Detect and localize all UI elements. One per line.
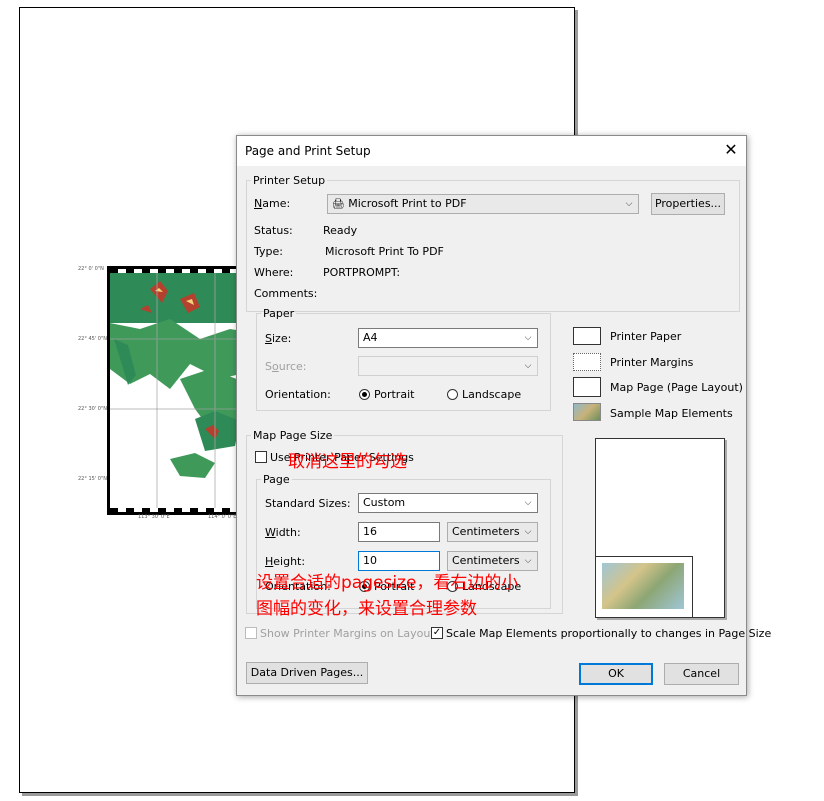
sample-elements-label: Sample Map Elements [610,407,733,420]
height-unit-value: Centimeters [452,554,520,567]
printer-margins-swatch [573,353,601,371]
dialog-title: Page and Print Setup [245,144,371,158]
ok-button[interactable]: OK [579,663,653,685]
paper-legend: Paper [263,307,295,320]
paper-orientation-label: Orientation: [265,388,331,401]
close-icon[interactable]: ✕ [721,140,741,160]
map-coord-label: 113° 30' 0"E [138,514,170,520]
printer-paper-label: Printer Paper [610,330,682,343]
map-coord-label: 22° 15' 0"N [78,476,107,482]
printer-setup-legend: Printer Setup [253,174,326,187]
scale-elements-checkbox[interactable]: ✓ [431,627,443,639]
chevron-down-icon: ⌵ [524,556,532,566]
data-driven-pages-button[interactable]: Data Driven Pages... [246,662,368,684]
annotation-pagesize-note-line2: 图幅的变化，来设置合理参数 [256,599,477,619]
height-label: Height: [265,555,306,568]
paper-size-value: A4 [363,331,378,344]
paper-size-select[interactable]: A4 ⌵ [358,328,538,348]
page-preview-map [595,556,693,618]
properties-button[interactable]: Properties... [651,193,725,215]
map-page-swatch [573,377,601,397]
where-value: PORTPROMPT: [323,266,401,279]
paper-source-select[interactable]: ⌵ [358,356,538,376]
cancel-button[interactable]: Cancel [664,663,739,685]
chevron-down-icon: ⌵ [524,361,532,371]
map-page-label: Map Page (Page Layout) [610,381,743,394]
type-label: Type: [254,245,283,258]
width-input[interactable]: 16 [358,522,440,542]
show-printer-margins-label: Show Printer Margins on Layout [260,627,435,640]
map-page-size-legend: Map Page Size [253,429,333,442]
printer-margins-label: Printer Margins [610,356,694,369]
paper-portrait-label: Portrait [374,388,415,401]
map-coord-label: 22° 0' 0"N [78,266,104,272]
printer-icon: 🖨 [332,199,345,210]
standard-sizes-value: Custom [363,496,406,509]
paper-size-label: Size: [265,332,292,345]
map-coord-label: 22° 30' 0"N [78,406,107,412]
paper-source-label: Source: [265,360,307,373]
standard-sizes-select[interactable]: Custom ⌵ [358,493,538,513]
where-label: Where: [254,266,294,279]
status-value: Ready [323,224,358,237]
printer-paper-swatch [573,327,601,345]
map-coord-label: 114° 0' 0"E [208,514,237,520]
chevron-down-icon: ⌵ [524,498,532,508]
chevron-down-icon: ⌵ [524,333,532,343]
paper-landscape-label: Landscape [462,388,522,401]
paper-portrait-radio[interactable] [359,389,370,400]
status-label: Status: [254,224,293,237]
chevron-down-icon: ⌵ [625,199,633,209]
printer-name-value: Microsoft Print to PDF [348,197,467,210]
show-printer-margins-checkbox[interactable] [245,627,257,639]
paper-landscape-radio[interactable] [447,389,458,400]
type-value: Microsoft Print To PDF [325,245,444,258]
chevron-down-icon: ⌵ [524,527,532,537]
printer-name-label: Name: [254,197,291,210]
sample-elements-swatch [573,403,601,421]
use-printer-settings-checkbox[interactable] [255,451,267,463]
width-label: Width: [265,526,301,539]
standard-sizes-label: Standard Sizes: [265,497,351,510]
preview-map-image [602,563,684,609]
width-unit-select[interactable]: Centimeters ⌵ [447,522,538,542]
dialog-titlebar: Page and Print Setup ✕ [237,136,746,166]
comments-label: Comments: [254,287,318,300]
width-unit-value: Centimeters [452,525,520,538]
scale-elements-label: Scale Map Elements proportionally to cha… [446,627,772,640]
page-legend: Page [263,473,290,486]
map-coord-label: 22° 45' 0"N [78,336,107,342]
printer-name-select[interactable]: 🖨 Microsoft Print to PDF ⌵ [327,194,639,214]
annotation-pagesize-note-line1: 设置合适的pagesize，看右边的小 [256,573,519,593]
annotation-uncheck-note: 取消这里的勾选 [288,452,407,472]
